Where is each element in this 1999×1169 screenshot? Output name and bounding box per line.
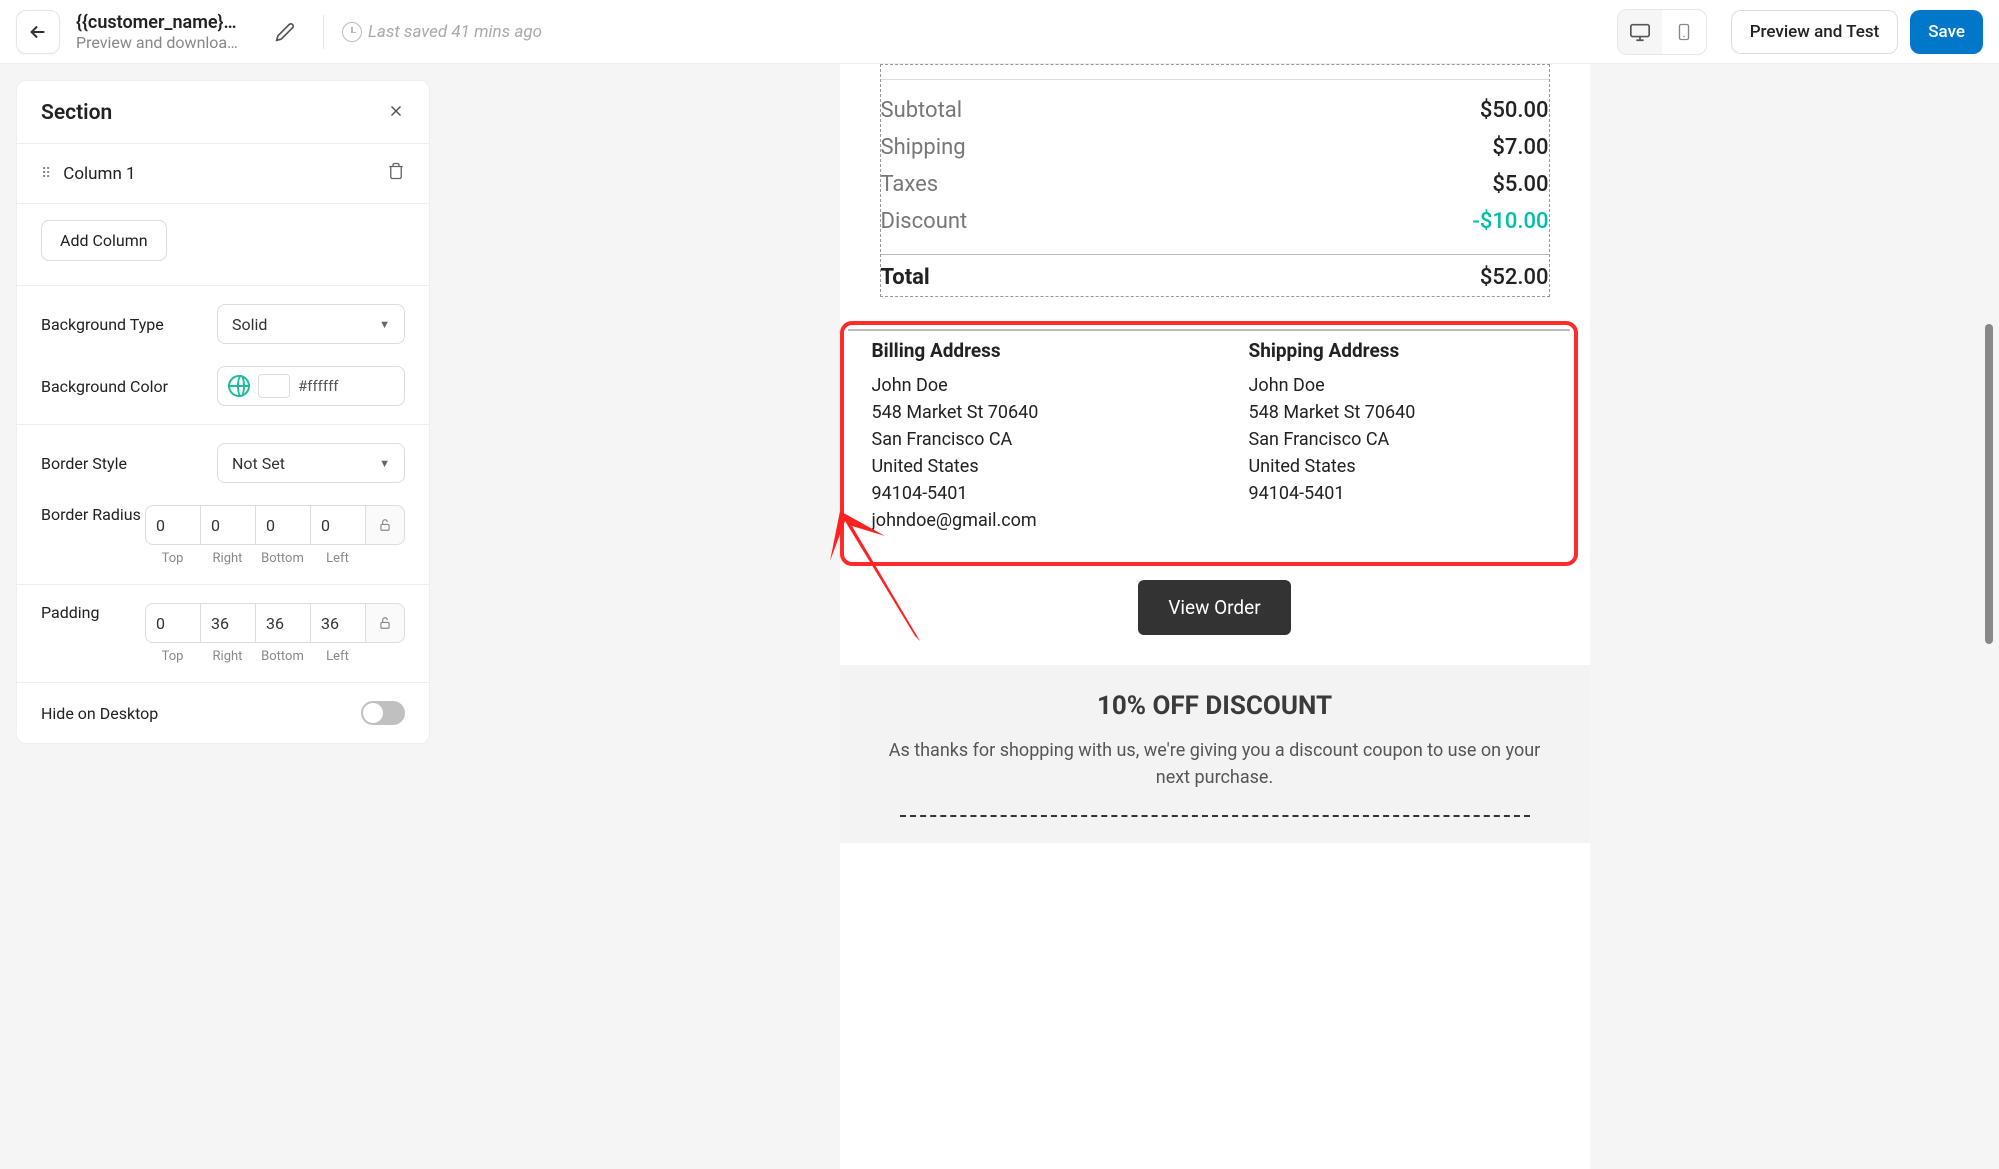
view-order-button[interactable]: View Order (1138, 580, 1290, 635)
preview-test-button[interactable]: Preview and Test (1731, 10, 1899, 54)
desktop-view-button[interactable] (1618, 10, 1662, 54)
page-subtitle: Preview and download... (76, 33, 241, 52)
bg-type-label: Background Type (41, 315, 164, 334)
shipping-address: Shipping Address John Doe 548 Market St … (1249, 339, 1546, 534)
discount-value: -$10.00 (1472, 209, 1548, 234)
subtotal-label: Subtotal (881, 98, 963, 123)
shipping-value: $7.00 (1492, 135, 1548, 160)
padding-top-input[interactable] (145, 603, 200, 643)
drag-handle-icon[interactable]: ⠿ (41, 166, 53, 182)
section-panel: Section ⠿ Column 1 Add Column Background… (16, 80, 430, 744)
mobile-view-button[interactable] (1662, 10, 1706, 54)
discount-label: Discount (881, 209, 968, 234)
saved-text: Last saved 41 mins ago (368, 22, 542, 42)
hide-desktop-toggle[interactable] (361, 701, 405, 725)
saved-timestamp: Last saved 41 mins ago (342, 22, 542, 42)
radius-bottom-input[interactable] (255, 505, 310, 545)
padding-bottom-input[interactable] (255, 603, 310, 643)
padding-lock-button[interactable] (365, 603, 405, 643)
subtotal-value: $50.00 (1480, 98, 1549, 123)
color-swatch (258, 374, 290, 398)
page-title: {{customer_name}},... (76, 12, 241, 33)
hide-desktop-label: Hide on Desktop (41, 704, 158, 723)
bg-color-label: Background Color (41, 377, 168, 396)
add-column-button[interactable]: Add Column (41, 220, 167, 261)
coupon-box (900, 815, 1530, 817)
topbar: {{customer_name}},... Preview and downlo… (0, 0, 1999, 64)
address-section[interactable]: Billing Address John Doe 548 Market St 7… (840, 321, 1578, 566)
padding-right-input[interactable] (200, 603, 255, 643)
divider (323, 15, 324, 49)
back-button[interactable] (16, 10, 60, 54)
radius-top-input[interactable] (145, 505, 200, 545)
save-button[interactable]: Save (1910, 10, 1983, 54)
promo-text: As thanks for shopping with us, we're gi… (870, 737, 1560, 791)
clock-icon (342, 22, 362, 42)
delete-column-button[interactable] (387, 162, 405, 185)
scrollbar[interactable] (1985, 324, 1993, 644)
close-panel-button[interactable] (387, 101, 405, 125)
column-item: ⠿ Column 1 (17, 144, 429, 204)
border-style-label: Border Style (41, 454, 127, 473)
email-preview: Subtotal$50.00 Shipping$7.00 Taxes$5.00 … (840, 64, 1590, 1169)
promo-section[interactable]: 10% OFF DISCOUNT As thanks for shopping … (840, 665, 1590, 843)
chevron-down-icon: ▼ (379, 318, 390, 331)
radius-left-input[interactable] (310, 505, 365, 545)
column-name: Column 1 (63, 164, 135, 184)
globe-icon (228, 375, 250, 397)
billing-address: Billing Address John Doe 548 Market St 7… (872, 339, 1169, 534)
total-value: $52.00 (1480, 265, 1549, 290)
border-radius-label: Border Radius (41, 505, 141, 524)
taxes-value: $5.00 (1492, 172, 1548, 197)
radius-right-input[interactable] (200, 505, 255, 545)
canvas: Subtotal$50.00 Shipping$7.00 Taxes$5.00 … (430, 64, 1999, 1169)
bg-type-select[interactable]: Solid ▼ (217, 304, 405, 344)
bg-color-input[interactable]: #ffffff (217, 366, 405, 406)
padding-left-input[interactable] (310, 603, 365, 643)
padding-label: Padding (41, 603, 99, 622)
edit-title-button[interactable] (265, 12, 305, 52)
taxes-label: Taxes (881, 172, 939, 197)
chevron-down-icon: ▼ (379, 457, 390, 470)
shipping-label: Shipping (881, 135, 966, 160)
radius-lock-button[interactable] (365, 505, 405, 545)
panel-title: Section (41, 101, 112, 125)
order-totals[interactable]: Subtotal$50.00 Shipping$7.00 Taxes$5.00 … (880, 64, 1550, 297)
border-style-select[interactable]: Not Set ▼ (217, 443, 405, 483)
device-toggle (1617, 9, 1707, 55)
promo-title: 10% OFF DISCOUNT (870, 691, 1560, 721)
total-label: Total (881, 265, 930, 290)
